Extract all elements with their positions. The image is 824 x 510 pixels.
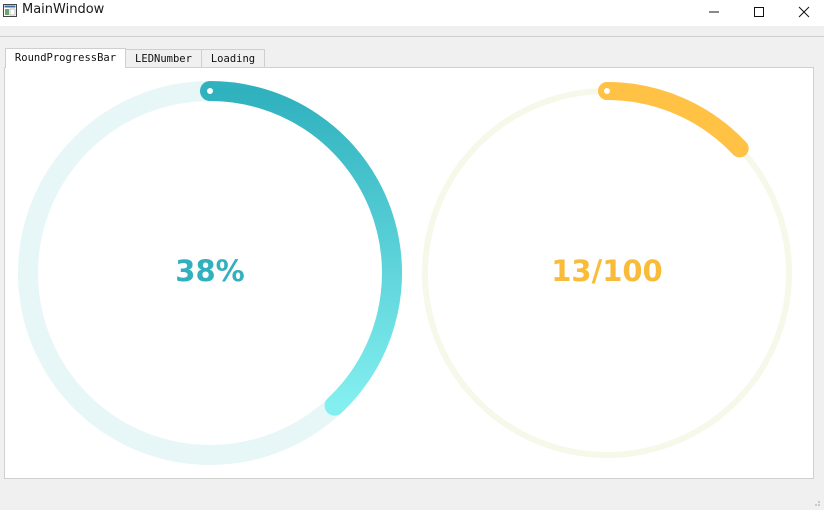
close-button[interactable] <box>782 0 824 26</box>
tab-roundprogressbar[interactable]: RoundProgressBar <box>5 48 126 68</box>
window-title: MainWindow <box>22 2 105 17</box>
maximize-button[interactable] <box>737 0 783 26</box>
progress-arc <box>598 82 749 158</box>
progress-start-dot <box>604 88 610 94</box>
app-window-icon <box>3 4 17 17</box>
minimize-icon <box>709 11 719 13</box>
progress-arc <box>200 81 402 416</box>
tab-lednumber[interactable]: LEDNumber <box>125 49 202 67</box>
close-icon <box>798 6 810 18</box>
tab-loading[interactable]: Loading <box>201 49 265 67</box>
progress-start-dot <box>207 88 213 94</box>
title-bar: MainWindow <box>0 0 824 26</box>
progress-percent-text: 38% <box>175 254 245 288</box>
maximize-icon <box>754 7 764 17</box>
minimize-button[interactable] <box>692 0 738 26</box>
resize-grip-icon[interactable] <box>811 497 821 507</box>
progress-count-text: 13/100 <box>551 254 663 288</box>
tab-content-panel: 38% 13/100 <box>4 67 814 479</box>
menu-bar-separator <box>0 36 824 37</box>
